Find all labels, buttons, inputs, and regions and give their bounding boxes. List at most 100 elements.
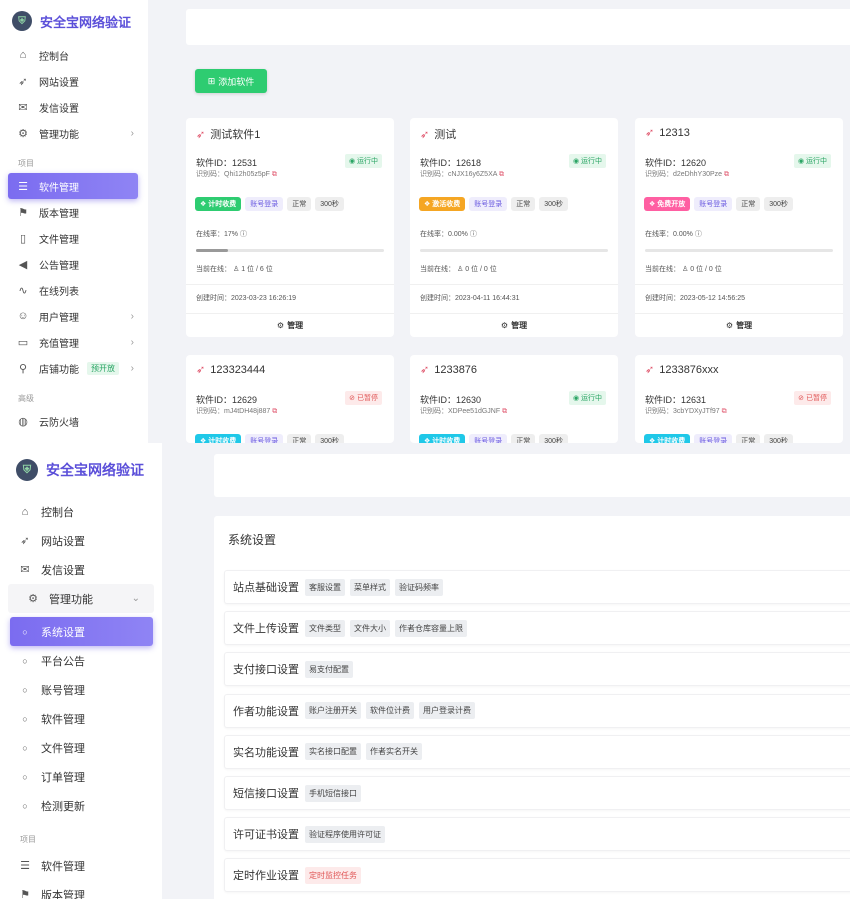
nav-dashboard[interactable]: ⌂ 控制台 bbox=[0, 497, 162, 526]
tag-row: ❖ 计时收费 账号登录 正常 300秒 bbox=[195, 434, 344, 443]
nav-label: 控制台 bbox=[39, 51, 69, 63]
software-id: 软件ID：12629 bbox=[196, 393, 257, 406]
normal-badge: 正常 bbox=[511, 197, 536, 211]
settings-chip[interactable]: 作者仓库容量上限 bbox=[395, 619, 467, 637]
settings-row[interactable]: 实名功能设置 实名接口配置 作者实名开关 bbox=[224, 734, 850, 769]
nav-admin-functions[interactable]: ⚙ 管理功能 › bbox=[0, 120, 148, 146]
settings-chip[interactable]: 菜单样式 bbox=[350, 578, 390, 596]
settings-chip[interactable]: 手机短信接口 bbox=[305, 784, 361, 802]
copy-icon[interactable]: ⧉ bbox=[499, 171, 504, 178]
settings-row[interactable]: 支付接口设置 易支付配置 bbox=[224, 652, 850, 687]
billing-mode-badge: ❖ 计时收费 bbox=[419, 434, 466, 443]
circle-icon: ○ bbox=[22, 742, 28, 753]
status-badge: ◉ 运行中 bbox=[793, 154, 831, 168]
settings-chip[interactable]: 验证程序使用许可证 bbox=[305, 825, 385, 843]
nav-online-list[interactable]: ∿ 在线列表 bbox=[0, 277, 148, 303]
circle-icon: ○ bbox=[22, 655, 28, 666]
settings-chip[interactable]: 账户注册开关 bbox=[305, 702, 361, 720]
manage-button[interactable]: ⚙ 管理 bbox=[410, 313, 618, 337]
nav-file-management[interactable]: ▯ 文件管理 bbox=[0, 225, 148, 251]
settings-row[interactable]: 站点基础设置 客服设置 菜单样式 验证码频率 bbox=[224, 570, 850, 604]
created-time-label: 创建时间： bbox=[645, 295, 680, 302]
settings-chip[interactable]: 易支付配置 bbox=[305, 660, 353, 678]
chevron-down-icon: ⌄ bbox=[131, 593, 140, 604]
copy-icon[interactable]: ⧉ bbox=[272, 171, 277, 178]
nav-check-update[interactable]: ○ 检测更新 bbox=[0, 791, 162, 820]
nav-software-management[interactable]: ☰ 软件管理 bbox=[8, 173, 138, 199]
software-id-label: 软件ID： bbox=[420, 158, 457, 168]
settings-chip[interactable]: 软件位计费 bbox=[366, 702, 414, 720]
nav-file-management[interactable]: ○ 文件管理 bbox=[0, 733, 162, 762]
nav-cloud-firewall[interactable]: ◍ 云防火墙 bbox=[0, 408, 148, 434]
nav-recharge-management[interactable]: ▭ 充值管理 › bbox=[0, 329, 148, 355]
nav-dashboard[interactable]: ⌂ 控制台 bbox=[0, 42, 148, 68]
settings-chip[interactable]: 作者实名开关 bbox=[366, 743, 422, 761]
software-name: 测试软件1 bbox=[210, 129, 261, 141]
brand-name: 安全宝网络验证 bbox=[46, 462, 144, 478]
manage-button[interactable]: ⚙ 管理 bbox=[635, 313, 843, 337]
copy-icon[interactable]: ⧉ bbox=[272, 408, 277, 415]
nav-shop-functions[interactable]: ⚲ 店铺功能 预开放 › bbox=[0, 355, 148, 381]
nav-site-settings[interactable]: ➶ 网站设置 bbox=[0, 526, 162, 555]
settings-row-name: 作者功能设置 bbox=[233, 705, 299, 718]
bookmark-icon: ⚑ bbox=[18, 206, 28, 219]
nav-order-management[interactable]: ○ 订单管理 bbox=[0, 762, 162, 791]
nav-version-management[interactable]: ⚑ 版本管理 bbox=[0, 880, 162, 899]
interval-badge: 300秒 bbox=[315, 434, 344, 443]
software-id-label: 软件ID： bbox=[645, 158, 682, 168]
created-time: 创建时间：2023-04-11 16:44:31 bbox=[420, 293, 519, 303]
nav-user-management[interactable]: ☺ 用户管理 › bbox=[0, 303, 148, 329]
brand[interactable]: ⛨ 安全宝网络验证 bbox=[0, 0, 148, 42]
software-code-value: mJ4tDH48j887 bbox=[224, 408, 271, 415]
settings-row[interactable]: 许可证书设置 验证程序使用许可证 bbox=[224, 817, 850, 852]
settings-chip[interactable]: 文件类型 bbox=[305, 619, 345, 637]
settings-chip[interactable]: 客服设置 bbox=[305, 578, 345, 596]
settings-chip[interactable]: 用户登录计费 bbox=[419, 702, 475, 720]
section-label-project: 项目 bbox=[20, 835, 36, 844]
users-icon: ♙ bbox=[681, 266, 689, 273]
nav-mail-settings[interactable]: ✉ 发信设置 bbox=[0, 94, 148, 120]
software-code: 识别码：d2eDhhY30Pze ⧉ bbox=[645, 169, 729, 179]
nav-admin-functions[interactable]: ⚙ 管理功能 ⌄ bbox=[8, 584, 154, 613]
current-online-label: 当前在线： bbox=[420, 266, 455, 273]
settings-row-name: 许可证书设置 bbox=[233, 829, 299, 842]
nav-label: 云防火墙 bbox=[39, 417, 79, 429]
settings-row[interactable]: 短信接口设置 手机短信接口 bbox=[224, 776, 850, 810]
current-online-value: 0 位 / 0 位 bbox=[465, 266, 497, 273]
settings-row[interactable]: 文件上传设置 文件类型 文件大小 作者仓库容量上限 bbox=[224, 611, 850, 646]
settings-row[interactable]: 作者功能设置 账户注册开关 软件位计费 用户登录计费 bbox=[224, 693, 850, 728]
nav-system-settings[interactable]: ○ 系统设置 bbox=[10, 617, 153, 646]
brand[interactable]: ⛨ 安全宝网络验证 bbox=[0, 443, 162, 497]
nav-account-management[interactable]: ○ 账号管理 bbox=[0, 675, 162, 704]
gear-icon: ⚙ bbox=[276, 320, 285, 330]
help-icon[interactable]: ⓘ bbox=[470, 231, 477, 238]
manage-button[interactable]: ⚙ 管理 bbox=[186, 313, 394, 337]
settings-chip[interactable]: 文件大小 bbox=[350, 619, 390, 637]
current-online-value: 1 位 / 6 位 bbox=[241, 266, 273, 273]
mail-icon: ✉ bbox=[18, 101, 28, 114]
settings-row-name: 短信接口设置 bbox=[233, 788, 299, 800]
settings-row[interactable]: 定时作业设置 定时监控任务 bbox=[224, 858, 850, 893]
copy-icon[interactable]: ⧉ bbox=[722, 408, 727, 415]
settings-chip[interactable]: 验证码频率 bbox=[395, 578, 443, 596]
settings-chip[interactable]: 实名接口配置 bbox=[305, 743, 361, 761]
users-icon: ♙ bbox=[456, 266, 464, 273]
settings-chip[interactable]: 定时监控任务 bbox=[305, 866, 361, 884]
nav-software-management-project[interactable]: ☰ 软件管理 bbox=[0, 851, 162, 880]
software-name: 1233876xxx bbox=[659, 363, 719, 376]
nav-site-settings[interactable]: ➶ 网站设置 bbox=[0, 68, 148, 94]
add-software-button[interactable]: ⊞ 添加软件 bbox=[195, 69, 267, 93]
created-time-value: 2023-04-11 16:44:31 bbox=[455, 295, 520, 302]
nav-software-management[interactable]: ○ 软件管理 bbox=[0, 704, 162, 733]
nav-version-management[interactable]: ⚑ 版本管理 bbox=[0, 199, 148, 225]
copy-icon[interactable]: ⧉ bbox=[724, 171, 729, 178]
nav-platform-announcement[interactable]: ○ 平台公告 bbox=[0, 646, 162, 675]
nav-mail-settings[interactable]: ✉ 发信设置 bbox=[0, 555, 162, 584]
help-icon[interactable]: ⓘ bbox=[240, 231, 247, 238]
status-dot-icon: ⊘ bbox=[349, 395, 356, 402]
help-icon[interactable]: ⓘ bbox=[695, 231, 702, 238]
nav-announcement-management[interactable]: ◀ 公告管理 bbox=[0, 251, 148, 277]
settings-row-name: 站点基础设置 bbox=[233, 582, 299, 594]
copy-icon[interactable]: ⧉ bbox=[502, 408, 507, 415]
software-id-value: 12618 bbox=[456, 158, 482, 168]
